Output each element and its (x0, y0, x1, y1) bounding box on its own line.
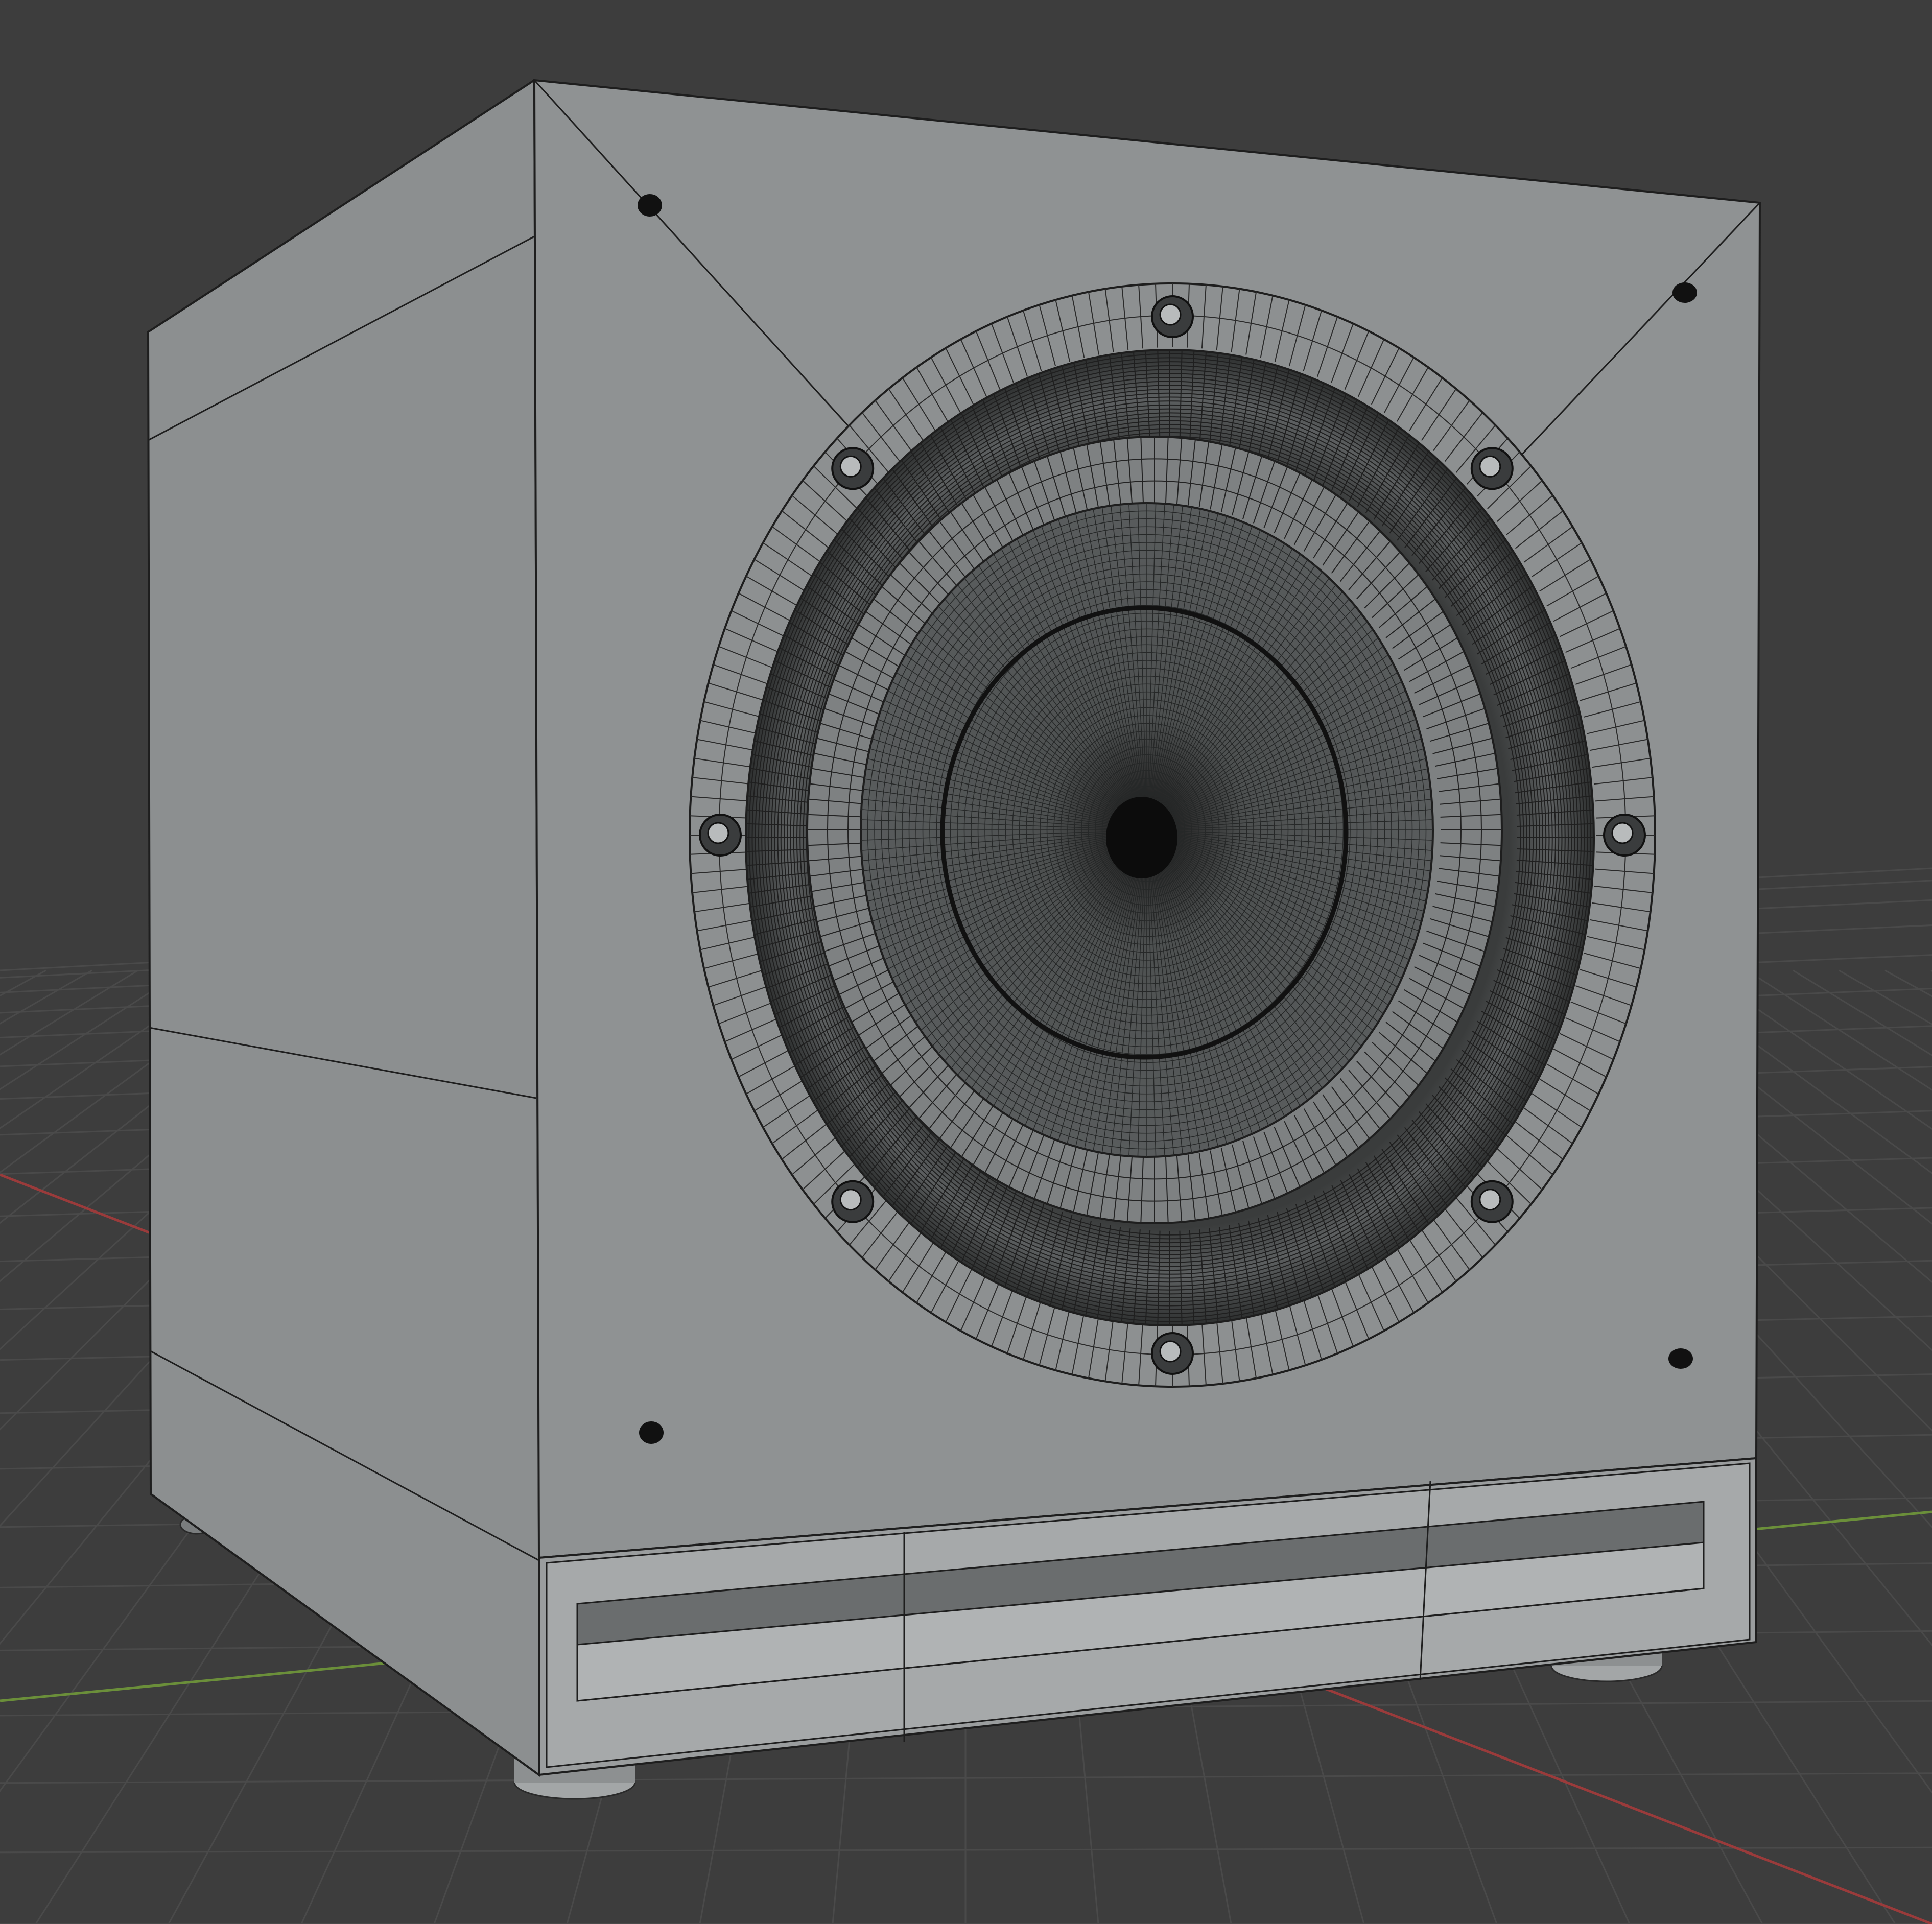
driver-screw[interactable] (1151, 1332, 1194, 1375)
corner-screw-top-left[interactable] (638, 194, 662, 217)
driver-screw[interactable] (1470, 447, 1514, 490)
corner-screw-bottom-left[interactable] (639, 1421, 664, 1444)
driver-screw[interactable] (1151, 295, 1194, 338)
screw-washer (1479, 1189, 1501, 1211)
screw-washer (1159, 1340, 1182, 1363)
screw-washer (707, 822, 729, 844)
driver-screw[interactable] (1603, 814, 1646, 857)
screw-washer (1479, 455, 1501, 478)
screw-washer (1611, 822, 1634, 844)
cabinet-side-face[interactable] (147, 78, 540, 1777)
driver-screw[interactable] (1470, 1180, 1514, 1223)
3d-viewport[interactable] (0, 0, 1932, 1924)
screw-washer (839, 1189, 862, 1211)
screw-washer (839, 455, 862, 478)
viewport-canvas[interactable] (0, 0, 1932, 1924)
corner-screw-top-right[interactable] (1672, 282, 1697, 303)
driver-center (1106, 797, 1177, 878)
driver-screw[interactable] (831, 447, 875, 490)
corner-screw-bottom-right[interactable] (1668, 1348, 1693, 1369)
woofer-driver[interactable] (689, 282, 1656, 1388)
screw-washer (1159, 303, 1182, 326)
driver-screw[interactable] (831, 1180, 875, 1223)
grid-line (0, 969, 92, 1025)
driver-screw[interactable] (699, 814, 742, 857)
